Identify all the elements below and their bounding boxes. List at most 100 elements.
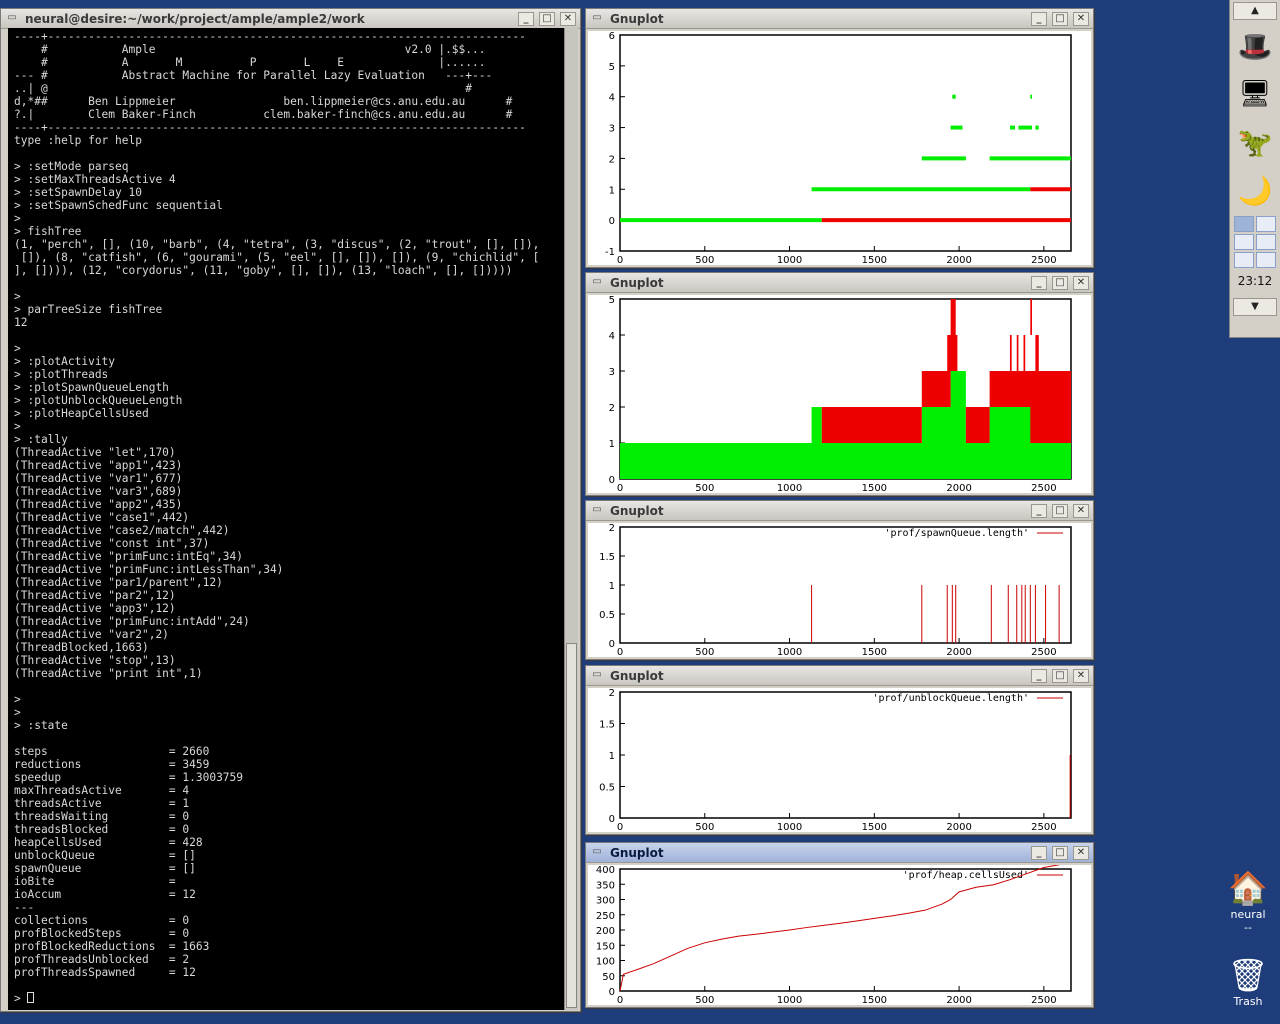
maximize-button[interactable]: □	[1052, 668, 1068, 683]
workspace-pager[interactable]	[1234, 216, 1276, 268]
terminal-line: spawnQueue = []	[14, 862, 196, 875]
gnuplot-window-threads[interactable]: ▭ Gnuplot _ □ ✕ 0 500 1000 1500 2000 2500 0 1 2 3 4 5	[585, 272, 1094, 496]
x-tick-label: 500	[695, 822, 714, 832]
terminal-line: (ThreadActive "var3",689)	[14, 485, 183, 498]
minimize-button[interactable]: _	[518, 11, 534, 26]
x-tick-label: 0	[617, 995, 623, 1005]
workspace-1[interactable]	[1234, 216, 1254, 232]
gnuplot-titlebar[interactable]: ▭ Gnuplot _ □ ✕	[586, 273, 1093, 293]
terminal-line: # A M P L E |......	[14, 56, 486, 69]
gnuplot-window-heap[interactable]: ▭ Gnuplot _ □ ✕ 0 500 1000 1500 2000 2500 0 50 100…	[585, 842, 1094, 1008]
terminal-line: (ThreadActive "primFunc:intLessThan",34)	[14, 563, 284, 576]
maximize-button[interactable]: □	[1052, 503, 1068, 518]
terminal-line: (ThreadActive "app3",12)	[14, 602, 176, 615]
maximize-button[interactable]: □	[1052, 11, 1068, 26]
thread-block	[947, 335, 958, 371]
terminal-scrollbar[interactable]	[564, 28, 578, 1010]
screensaver-icon[interactable]: 🌙	[1233, 168, 1277, 212]
close-button[interactable]: ✕	[560, 11, 576, 26]
close-button[interactable]: ✕	[1073, 668, 1089, 683]
trash-desktop-icon[interactable]: 🗑 Trash	[1224, 955, 1272, 1008]
terminal-line: (ThreadBlocked,1663)	[14, 641, 149, 654]
y-tick-label: 0.5	[599, 610, 615, 621]
plot-border	[619, 691, 1072, 819]
terminal-prompt-line[interactable]: >	[14, 992, 564, 1005]
workspace-5[interactable]	[1234, 252, 1254, 268]
terminal-line: profThreadsUnblocked = 2	[14, 953, 190, 966]
gnuplot-window-activity[interactable]: ▭ Gnuplot _ □ ✕ 0 500 1000 1500 2000 2500 -1 0 1 2 3…	[585, 8, 1094, 268]
y-tick-label: 0	[609, 216, 615, 227]
terminal-line: > :tally	[14, 433, 68, 446]
window-menu-icon[interactable]: ▭	[590, 12, 604, 26]
redhat-menu-icon[interactable]: 🎩	[1233, 24, 1277, 68]
terminal-line: ----+-----------------------------------…	[14, 30, 526, 43]
terminal-titlebar[interactable]: ▭ neural@desire:~/work/project/ample/amp…	[1, 9, 580, 29]
panel-clock[interactable]: 23:12	[1230, 274, 1280, 288]
terminal-line: > :setSpawnDelay 10	[14, 186, 142, 199]
scrollbar-thumb[interactable]	[566, 643, 577, 1008]
close-button[interactable]: ✕	[1073, 275, 1089, 290]
terminal-line: ioBite =	[14, 875, 176, 888]
gnuplot-window-unblockqueue[interactable]: ▭ Gnuplot _ □ ✕ 0 500 1000 1500 2000 2500 0 0.5 1 1…	[585, 665, 1094, 835]
workspace-4[interactable]	[1256, 234, 1276, 250]
maximize-button[interactable]: □	[1052, 275, 1068, 290]
terminal-prompt: >	[14, 992, 28, 1005]
y-tick-label: 350	[596, 880, 615, 891]
maximize-button[interactable]: □	[1052, 845, 1068, 860]
terminal-line: > :setMaxThreadsActive 4	[14, 173, 176, 186]
minimize-button[interactable]: _	[1031, 503, 1047, 518]
x-tick-label: 1500	[862, 647, 887, 657]
minimize-button[interactable]: _	[1031, 275, 1047, 290]
terminal-line: profBlockedSteps = 0	[14, 927, 190, 940]
workspace-3[interactable]	[1234, 234, 1254, 250]
y-tick-label: 2	[609, 523, 615, 534]
panel-scroll-up-button[interactable]: ▲	[1233, 2, 1277, 20]
minimize-button[interactable]: _	[1031, 845, 1047, 860]
home-icon: 🏠	[1228, 869, 1268, 907]
terminal-output[interactable]: ----+-----------------------------------…	[8, 28, 564, 1010]
close-button[interactable]: ✕	[1073, 11, 1089, 26]
workspace-2[interactable]	[1256, 216, 1276, 232]
minimize-button[interactable]: _	[1031, 668, 1047, 683]
y-tick-label: 0	[609, 814, 615, 825]
mozilla-launcher-icon[interactable]: 🦖	[1233, 120, 1277, 164]
y-tick-label: 1	[609, 581, 615, 592]
y-tick-label: 250	[596, 911, 615, 922]
gnuplot-title: Gnuplot	[610, 845, 664, 860]
terminal-line: threadsWaiting = 0	[14, 810, 190, 823]
terminal-line: > :plotUnblockQueueLength	[14, 394, 183, 407]
spawnqueue-chart: 0 500 1000 1500 2000 2500 0 0.5 1 1.5 2 'prof/spawn…	[599, 523, 1072, 657]
thread-block	[1009, 335, 1012, 371]
y-tick-label: 2	[609, 688, 615, 699]
terminal-launcher-icon[interactable]: 🖥	[1233, 72, 1277, 116]
maximize-button[interactable]: □	[539, 11, 555, 26]
gnuplot-title: Gnuplot	[610, 668, 664, 683]
gnuplot-window-spawnqueue[interactable]: ▭ Gnuplot _ □ ✕ 0 500 1000 1500 2000 2500 0 0.5 1 1…	[585, 500, 1094, 660]
activity-chart: 0 500 1000 1500 2000 2500-10123456	[605, 31, 1072, 265]
x-tick-label: 2500	[1031, 647, 1056, 657]
home-desktop-icon[interactable]: 🏠 neural --	[1224, 868, 1272, 934]
gnuplot-titlebar[interactable]: ▭ Gnuplot _ □ ✕	[586, 501, 1093, 521]
gnuplot-titlebar[interactable]: ▭ Gnuplot _ □ ✕	[586, 666, 1093, 686]
minimize-button[interactable]: _	[1031, 11, 1047, 26]
close-button[interactable]: ✕	[1073, 845, 1089, 860]
terminal-line: 12	[14, 316, 28, 329]
panel-scroll-down-button[interactable]: ▼	[1233, 298, 1277, 316]
window-menu-icon[interactable]: ▭	[5, 12, 19, 26]
window-menu-icon[interactable]: ▭	[590, 669, 604, 683]
thread-block	[1016, 335, 1019, 371]
close-button[interactable]: ✕	[1073, 503, 1089, 518]
trash-label: Trash	[1233, 995, 1263, 1008]
heap-chart: 0 500 1000 1500 2000 2500 0 50 100 150 200 250 300 35…	[596, 865, 1072, 1005]
x-tick-label: 1500	[862, 995, 887, 1005]
terminal-line: (ThreadActive "case2/match",442)	[14, 524, 230, 537]
window-menu-icon[interactable]: ▭	[590, 276, 604, 290]
x-tick-label: 2000	[946, 822, 971, 832]
window-menu-icon[interactable]: ▭	[590, 504, 604, 518]
gnuplot-titlebar[interactable]: ▭ Gnuplot _ □ ✕	[586, 843, 1093, 863]
workspace-6[interactable]	[1256, 252, 1276, 268]
terminal-line: > fishTree	[14, 225, 82, 238]
window-menu-icon[interactable]: ▭	[590, 846, 604, 860]
gnuplot-titlebar[interactable]: ▭ Gnuplot _ □ ✕	[586, 9, 1093, 29]
